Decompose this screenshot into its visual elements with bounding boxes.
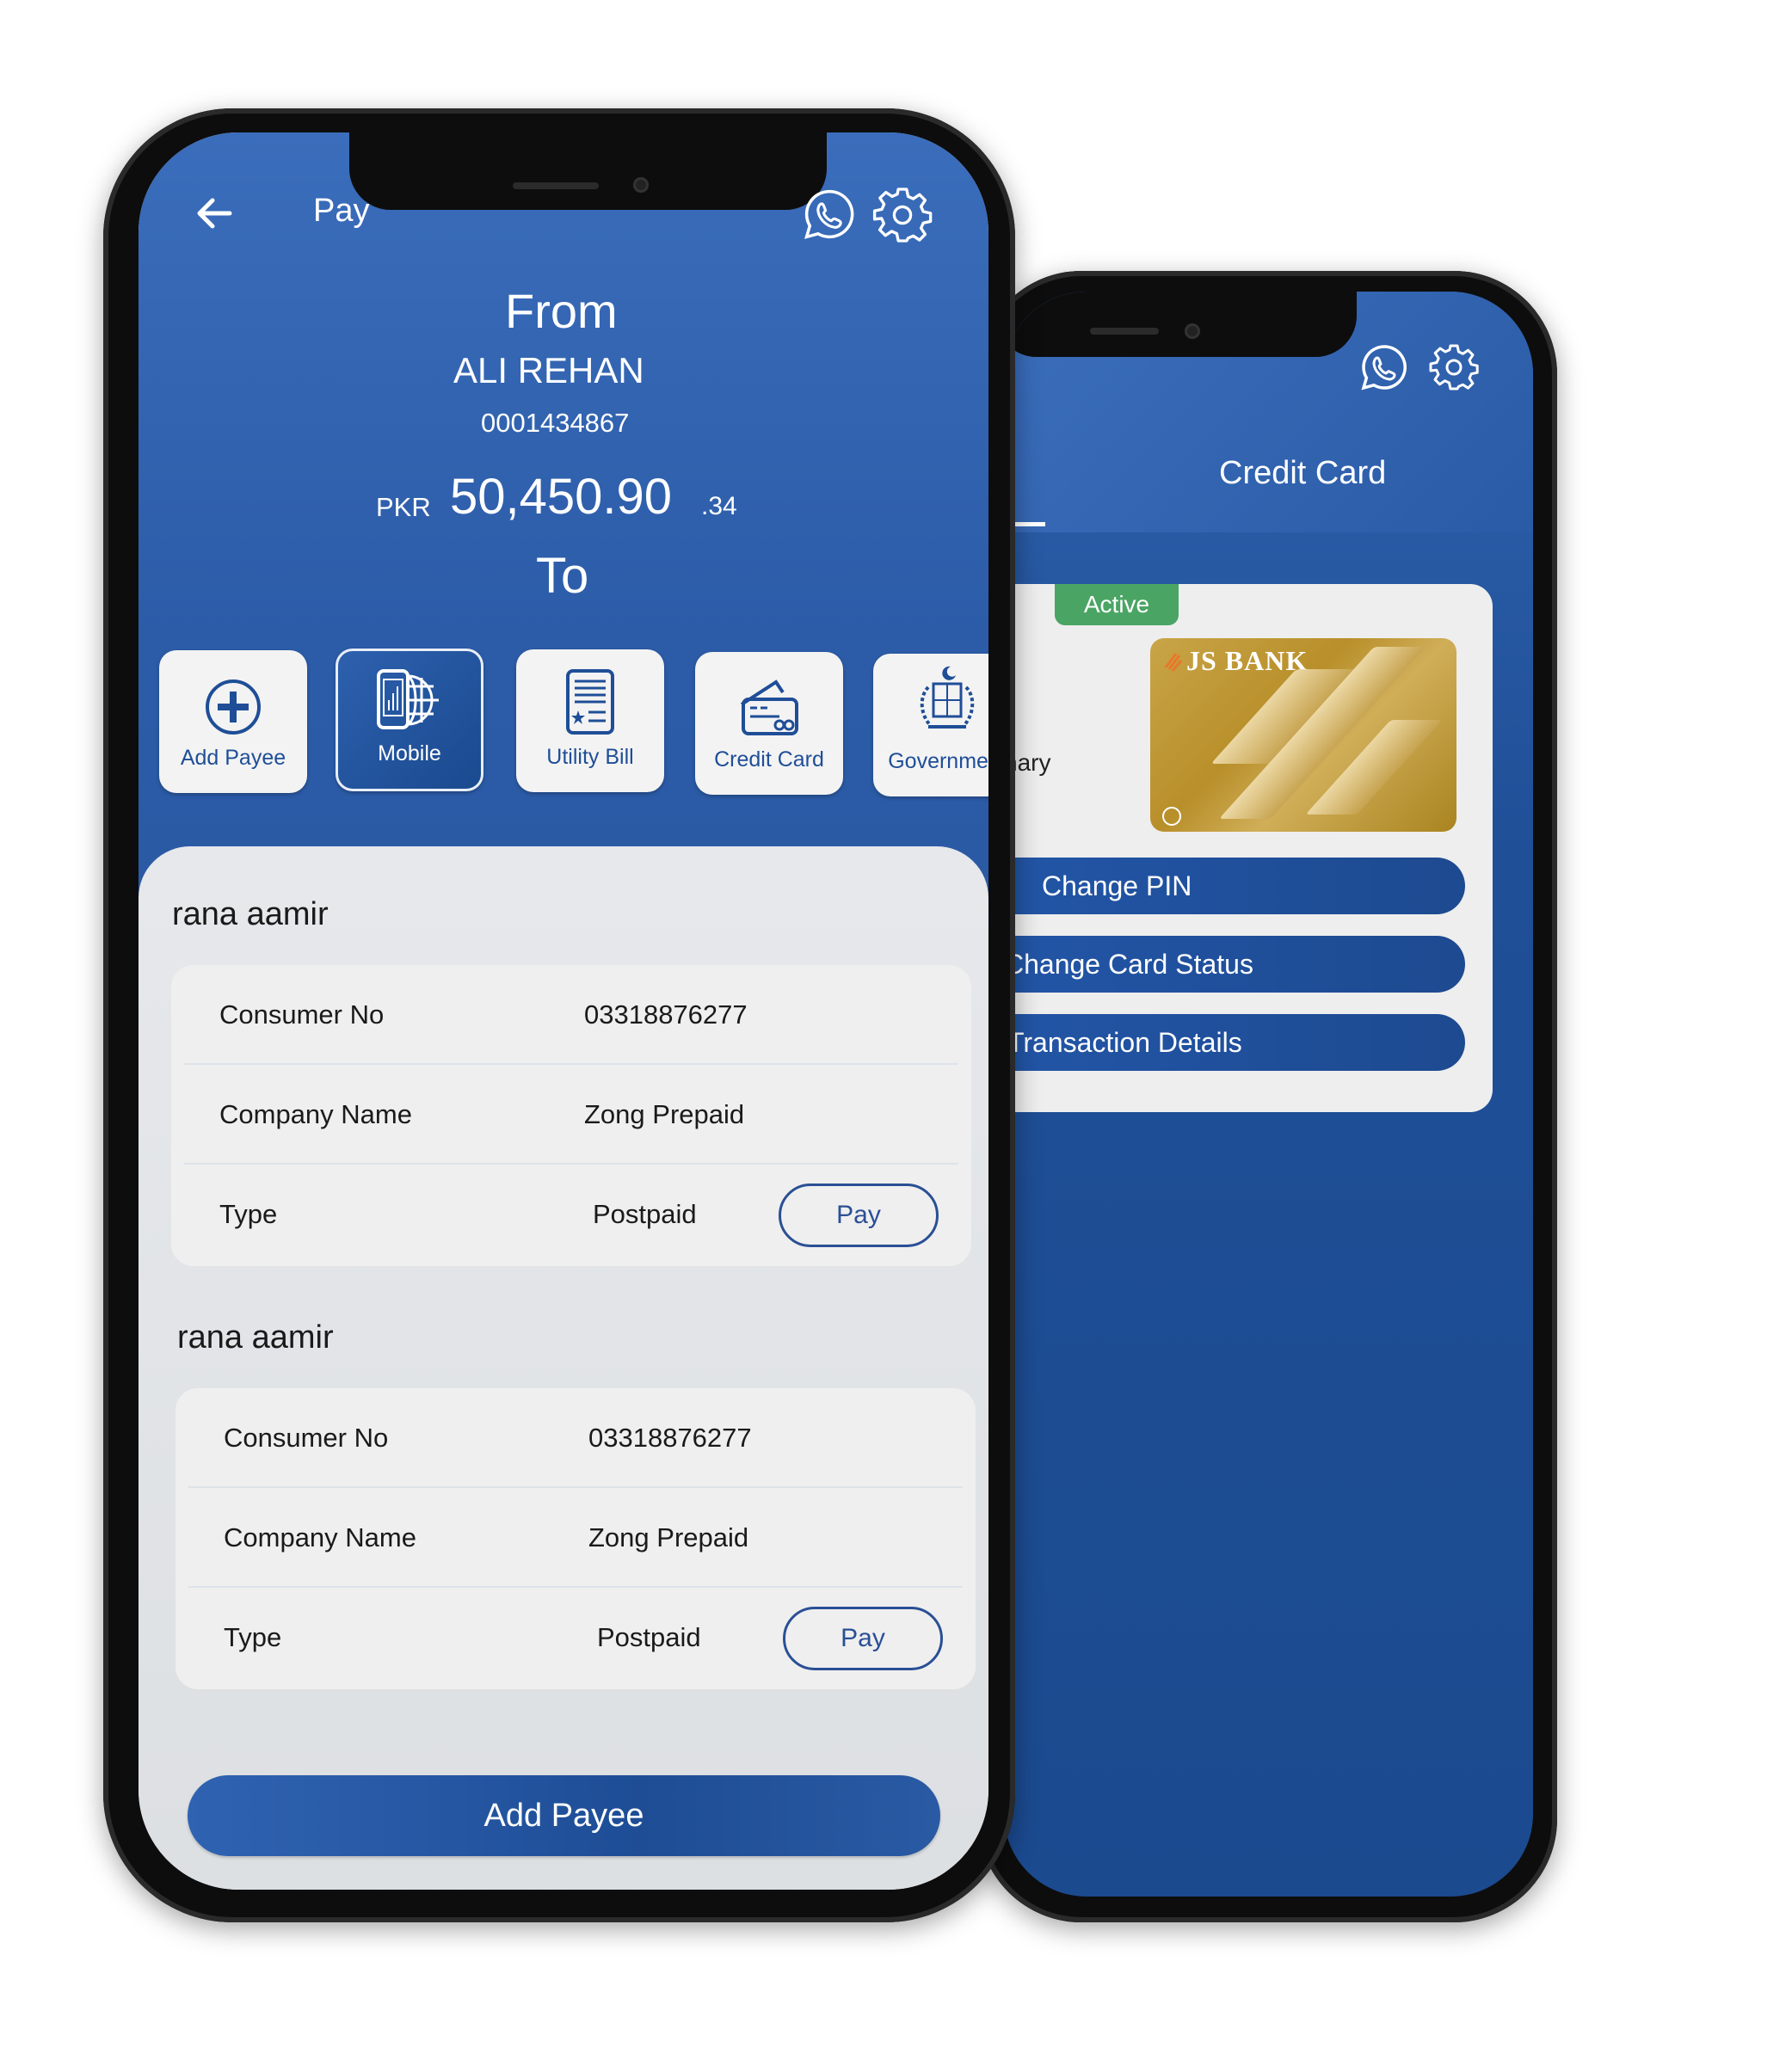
card-management-screen: rd Credit Card Active nary JS BANK Chang… [1004,292,1533,1897]
whatsapp-icon[interactable] [801,186,858,243]
camera [1185,323,1200,339]
gear-icon[interactable] [1428,341,1480,393]
row-label: Company Name [219,1099,412,1129]
row-value: Zong Prepaid [584,1099,745,1129]
category-label: Utility Bill [546,745,634,769]
payee-row: Consumer No 03318876277 [171,965,971,1065]
account-name: ALI REHAN [453,350,644,390]
contactless-icon [1162,807,1181,826]
bill-icon [566,669,614,735]
category-add-payee[interactable]: Add Payee [159,650,307,793]
balance-suffix: .34 [701,492,737,520]
payee-row: Type Postpaid Pay [176,1588,976,1688]
category-label: Government [888,749,988,773]
payee-card: Consumer No 03318876277 Company Name Zon… [176,1388,976,1689]
payee-row: Company Name Zong Prepaid [176,1488,976,1588]
category-label: Mobile [378,741,441,765]
from-label: From [505,284,618,338]
payee-row: Type Postpaid Pay [171,1165,971,1264]
speaker [513,182,599,189]
payee-name: rana aamir [177,1319,334,1356]
payee-name: rana aamir [172,896,329,932]
row-value: Zong Prepaid [588,1522,749,1552]
gear-icon[interactable] [871,184,933,246]
row-value: 03318876277 [588,1423,752,1453]
payee-row: Consumer No 03318876277 [176,1388,976,1488]
bank-name: JS BANK [1186,645,1309,676]
account-number: 0001434867 [481,408,630,438]
whatsapp-icon[interactable] [1358,341,1410,393]
category-utility-bill[interactable]: Utility Bill [516,649,664,792]
row-value: Postpaid [597,1622,701,1652]
credit-card-icon [740,679,798,735]
payee-card: Consumer No 03318876277 Company Name Zon… [171,965,971,1266]
credit-card-image[interactable]: JS BANK [1150,638,1456,832]
pay-button[interactable]: Pay [783,1607,943,1670]
category-label: Credit Card [714,747,824,772]
to-label: To [536,548,589,604]
change-pin-button[interactable]: Change PIN [1004,858,1465,914]
mobile-globe-icon [377,669,439,729]
category-credit-card[interactable]: Credit Card [695,652,843,795]
category-label: Add Payee [180,746,286,770]
payee-list-sheet: rana aamir Consumer No 03318876277 Compa… [139,846,988,1890]
row-label: Type [224,1622,282,1652]
phone-notch [349,132,827,210]
payee-row: Company Name Zong Prepaid [171,1065,971,1165]
row-label: Type [219,1199,278,1229]
row-value: Postpaid [593,1199,697,1229]
category-mobile[interactable]: Mobile [336,649,483,791]
row-label: Company Name [224,1522,416,1552]
row-label: Consumer No [219,999,385,1030]
bank-logo-icon [1164,650,1183,673]
back-phone-frame: rd Credit Card Active nary JS BANK Chang… [978,271,1557,1922]
arrow-left-icon[interactable] [192,191,237,236]
government-emblem-icon [920,666,975,729]
front-phone-frame: Pay From ALI REHAN 0001434867 PKR 50,450… [103,108,1015,1922]
pay-button[interactable]: Pay [779,1184,939,1247]
category-government[interactable]: Government [873,654,988,796]
camera [633,177,649,193]
speaker [1090,328,1159,335]
add-payee-button[interactable]: Add Payee [188,1775,940,1856]
status-badge: Active [1055,584,1179,625]
plus-circle-icon [206,679,261,735]
balance-amount: 50,450.90 [450,469,673,525]
row-value: 03318876277 [584,999,748,1030]
currency-label: PKR [376,492,431,522]
row-label: Consumer No [224,1423,389,1453]
tab-credit-card[interactable]: Credit Card [1219,455,1386,492]
pay-screen: Pay From ALI REHAN 0001434867 PKR 50,450… [139,132,988,1890]
transaction-details-button[interactable]: Transaction Details [1004,1014,1465,1071]
phone-notch [1004,292,1357,357]
change-card-status-button[interactable]: Change Card Status [1004,936,1465,993]
